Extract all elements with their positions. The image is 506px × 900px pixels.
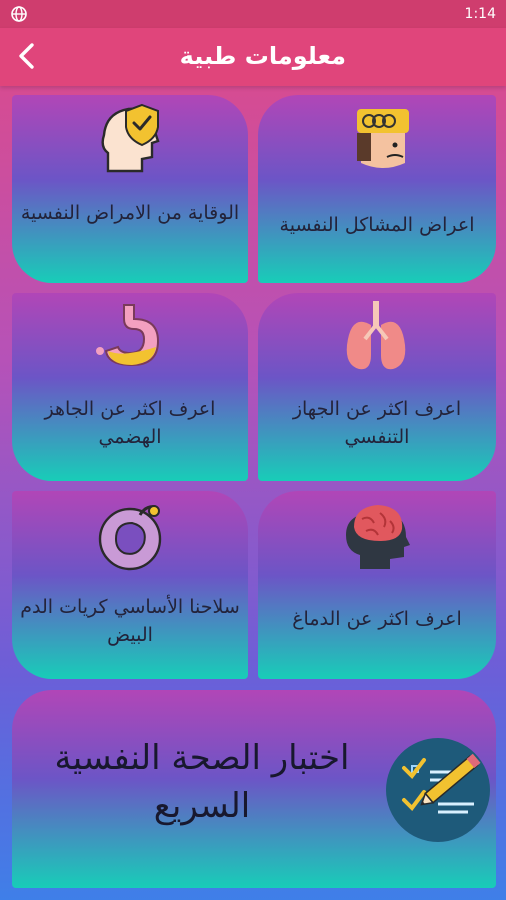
card-label: اعراض المشاكل النفسية xyxy=(279,214,475,236)
status-time: 1:14 xyxy=(464,6,496,22)
quiz-label: اختبار الصحة النفسية السريع xyxy=(54,738,350,826)
card-digestive[interactable]: اعرف اكثر عن الجاهز الهضمي xyxy=(12,293,248,481)
stomach-icon xyxy=(96,304,160,367)
lungs-icon xyxy=(346,301,406,370)
app-bar: معلومات طبية xyxy=(0,28,506,86)
card-label: اعرف اكثر عن الدماغ xyxy=(292,608,462,630)
status-bar: 1:14 xyxy=(0,0,506,28)
card-psych-symptoms[interactable]: اعراض المشاكل النفسية xyxy=(258,95,496,283)
card-label: اعرف اكثر عن الجهاز التنفسي xyxy=(292,398,462,448)
card-label: الوقاية من الامراض النفسية xyxy=(20,202,240,224)
globe-icon xyxy=(11,6,27,22)
card-psych-prevention[interactable]: الوقاية من الامراض النفسية xyxy=(12,95,248,283)
card-label: اعرف اكثر عن الجاهز الهضمي xyxy=(44,398,216,448)
checklist-pencil-icon xyxy=(386,738,490,842)
card-respiratory[interactable]: اعرف اكثر عن الجهاز التنفسي xyxy=(258,293,496,481)
page-title: معلومات طبية xyxy=(179,42,346,70)
back-arrow-icon[interactable] xyxy=(12,40,44,72)
card-label: سلاحنا الأساسي كريات الدم البيض xyxy=(20,596,240,646)
head-shield-icon xyxy=(101,103,160,173)
card-mental-health-quiz[interactable]: اختبار الصحة النفسية السريع xyxy=(12,690,496,888)
white-blood-cell-icon xyxy=(98,505,162,571)
card-brain[interactable]: اعرف اكثر عن الدماغ xyxy=(258,491,496,679)
head-headache-icon xyxy=(357,109,409,168)
card-white-blood-cells[interactable]: سلاحنا الأساسي كريات الدم البيض xyxy=(12,491,248,679)
brain-icon xyxy=(346,505,410,569)
